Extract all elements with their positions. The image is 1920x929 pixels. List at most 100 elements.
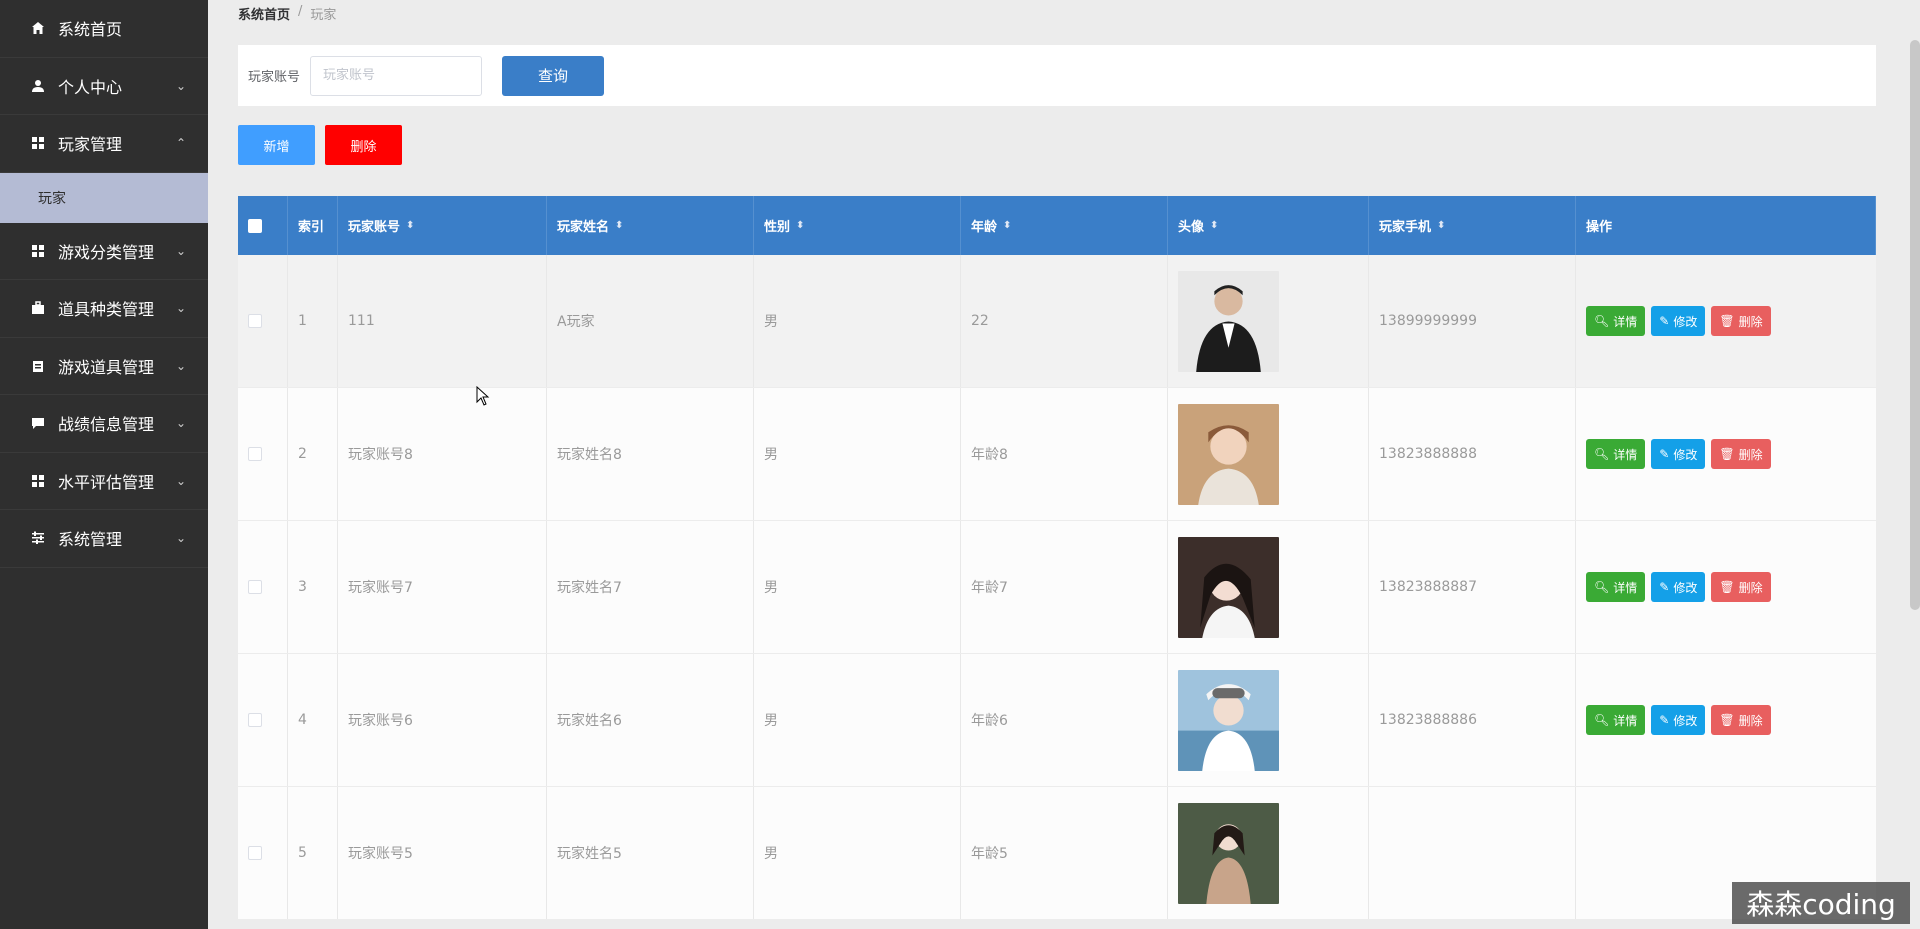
- detail-button[interactable]: 🔍︎ 详情: [1586, 439, 1646, 469]
- header-age[interactable]: 年龄 ⬍: [961, 196, 1168, 255]
- trash-icon: 🗑︎: [1719, 713, 1735, 727]
- chevron-down-icon: ⌄: [175, 78, 186, 93]
- pencil-icon: ✎: [1659, 580, 1670, 594]
- sort-icon[interactable]: ⬍: [1210, 220, 1218, 231]
- header-avatar[interactable]: 头像 ⬍: [1168, 196, 1369, 255]
- avatar[interactable]: [1178, 802, 1279, 904]
- mouse-cursor-icon: [476, 386, 490, 406]
- add-button[interactable]: 新增: [238, 125, 315, 165]
- cell-phone: 13823888886: [1369, 654, 1576, 786]
- edit-button[interactable]: ✎ 修改: [1651, 306, 1706, 336]
- cell-phone: [1369, 787, 1576, 919]
- cell-name: 玩家姓名6: [547, 654, 754, 786]
- sidebar-item-home[interactable]: 系统首页: [0, 0, 208, 58]
- row-delete-button[interactable]: 🗑︎ 删除: [1711, 439, 1771, 469]
- row-checkbox[interactable]: [248, 713, 262, 727]
- row-checkbox[interactable]: [248, 447, 262, 461]
- cell-ops: 🔍︎ 详情 ✎ 修改 🗑︎ 删除: [1576, 654, 1876, 786]
- trash-icon: 🗑︎: [1719, 314, 1735, 328]
- search-input[interactable]: [310, 55, 483, 96]
- edit-label: 修改: [1673, 447, 1698, 462]
- header-avatar-label: 头像: [1178, 220, 1205, 235]
- sort-icon[interactable]: ⬍: [1003, 220, 1011, 231]
- detail-button[interactable]: 🔍︎ 详情: [1586, 572, 1646, 602]
- search-icon: 🔍︎: [1594, 580, 1610, 594]
- delete-label: 删除: [1738, 314, 1763, 329]
- detail-label: 详情: [1613, 713, 1638, 728]
- detail-button[interactable]: 🔍︎ 详情: [1586, 306, 1646, 336]
- sidebar-subitem-player[interactable]: 玩家: [0, 172, 208, 223]
- scrollbar[interactable]: [1910, 40, 1920, 610]
- delete-label: 删除: [1738, 580, 1763, 595]
- header-account[interactable]: 玩家账号 ⬍: [338, 196, 547, 255]
- header-ops: 操作: [1576, 196, 1876, 255]
- row-checkbox[interactable]: [248, 580, 262, 594]
- sidebar-item-player-management[interactable]: 玩家管理 ⌃: [0, 115, 208, 173]
- sidebar-item-label: 道具种类管理: [58, 300, 155, 320]
- sidebar-item-label: 水平评估管理: [58, 472, 155, 492]
- sidebar-item-prop-type[interactable]: 道具种类管理 ⌄: [0, 280, 208, 338]
- select-all-checkbox[interactable]: [248, 218, 262, 233]
- header-account-label: 玩家账号: [348, 220, 401, 235]
- header-index-label: 索引: [298, 220, 325, 235]
- table-row[interactable]: 4 玩家账号6 玩家姓名6 男 年龄6 13823888886 🔍︎ 详情 ✎ 修改…: [238, 654, 1876, 787]
- detail-button[interactable]: 🔍︎ 详情: [1586, 705, 1646, 735]
- edit-button[interactable]: ✎ 修改: [1651, 572, 1706, 602]
- row-checkbox[interactable]: [248, 846, 262, 860]
- avatar[interactable]: [1178, 403, 1279, 505]
- sidebar-item-level-assessment[interactable]: 水平评估管理 ⌄: [0, 453, 208, 510]
- chevron-up-icon: ⌃: [175, 136, 186, 151]
- cell-avatar: [1168, 255, 1369, 387]
- breadcrumb: 系统首页 / 玩家: [238, 4, 336, 23]
- cell-name: 玩家姓名5: [547, 787, 754, 919]
- search-icon: 🔍︎: [1594, 713, 1610, 727]
- row-delete-button[interactable]: 🗑︎ 删除: [1711, 306, 1771, 336]
- sidebar-item-record-info[interactable]: 战绩信息管理 ⌄: [0, 395, 208, 453]
- sort-icon[interactable]: ⬍: [615, 220, 623, 231]
- cell-avatar: [1168, 388, 1369, 520]
- cell-gender: 男: [754, 654, 961, 786]
- chevron-down-icon: ⌄: [175, 531, 186, 546]
- sidebar-subitem-label: 玩家: [38, 190, 66, 207]
- header-gender[interactable]: 性别 ⬍: [754, 196, 961, 255]
- trash-icon: 🗑︎: [1719, 580, 1735, 594]
- cell-account: 玩家账号5: [338, 787, 547, 919]
- sort-icon[interactable]: ⬍: [796, 220, 804, 231]
- chat-icon: [30, 415, 46, 431]
- avatar[interactable]: [1178, 270, 1279, 372]
- delete-button[interactable]: 删除: [325, 125, 402, 165]
- cell-gender: 男: [754, 388, 961, 520]
- sort-icon[interactable]: ⬍: [1437, 220, 1445, 231]
- pencil-icon: ✎: [1659, 447, 1670, 461]
- grid-icon: [30, 473, 46, 489]
- header-phone[interactable]: 玩家手机 ⬍: [1369, 196, 1576, 255]
- query-button[interactable]: 查询: [502, 55, 605, 96]
- sidebar-item-game-prop[interactable]: 游戏道具管理 ⌄: [0, 338, 208, 395]
- cell-avatar: [1168, 654, 1369, 786]
- edit-button[interactable]: ✎ 修改: [1651, 705, 1706, 735]
- breadcrumb-home[interactable]: 系统首页: [238, 4, 290, 23]
- row-delete-button[interactable]: 🗑︎ 删除: [1711, 705, 1771, 735]
- cell-account: 玩家账号6: [338, 654, 547, 786]
- cell-index: 4: [288, 654, 338, 786]
- detail-label: 详情: [1613, 447, 1638, 462]
- header-name[interactable]: 玩家姓名 ⬍: [547, 196, 754, 255]
- sidebar-item-personal-center[interactable]: 个人中心 ⌄: [0, 58, 208, 115]
- table-row[interactable]: 2 玩家账号8 玩家姓名8 男 年龄8 13823888888 🔍︎ 详情 ✎ 修改…: [238, 388, 1876, 521]
- table-row[interactable]: 3 玩家账号7 玩家姓名7 男 年龄7 13823888887 🔍︎ 详情 ✎ 修改…: [238, 521, 1876, 654]
- row-checkbox[interactable]: [248, 314, 262, 328]
- table-row[interactable]: 5 玩家账号5 玩家姓名5 男 年龄5: [238, 787, 1876, 920]
- avatar[interactable]: [1178, 669, 1279, 771]
- header-checkbox-cell: [238, 196, 288, 255]
- avatar[interactable]: [1178, 536, 1279, 638]
- sidebar-item-label: 游戏道具管理: [58, 357, 155, 377]
- sidebar-item-label: 系统管理: [58, 530, 123, 550]
- cell-phone: 13823888888: [1369, 388, 1576, 520]
- cell-gender: 男: [754, 521, 961, 653]
- table-row[interactable]: 1 111 A玩家 男 22 13899999999 🔍︎ 详情 ✎ 修改 🗑︎ 删除: [238, 255, 1876, 388]
- sidebar-item-system-management[interactable]: 系统管理 ⌄: [0, 510, 208, 568]
- row-delete-button[interactable]: 🗑︎ 删除: [1711, 572, 1771, 602]
- edit-button[interactable]: ✎ 修改: [1651, 439, 1706, 469]
- sidebar-item-game-category[interactable]: 游戏分类管理 ⌄: [0, 223, 208, 280]
- sort-icon[interactable]: ⬍: [406, 220, 414, 231]
